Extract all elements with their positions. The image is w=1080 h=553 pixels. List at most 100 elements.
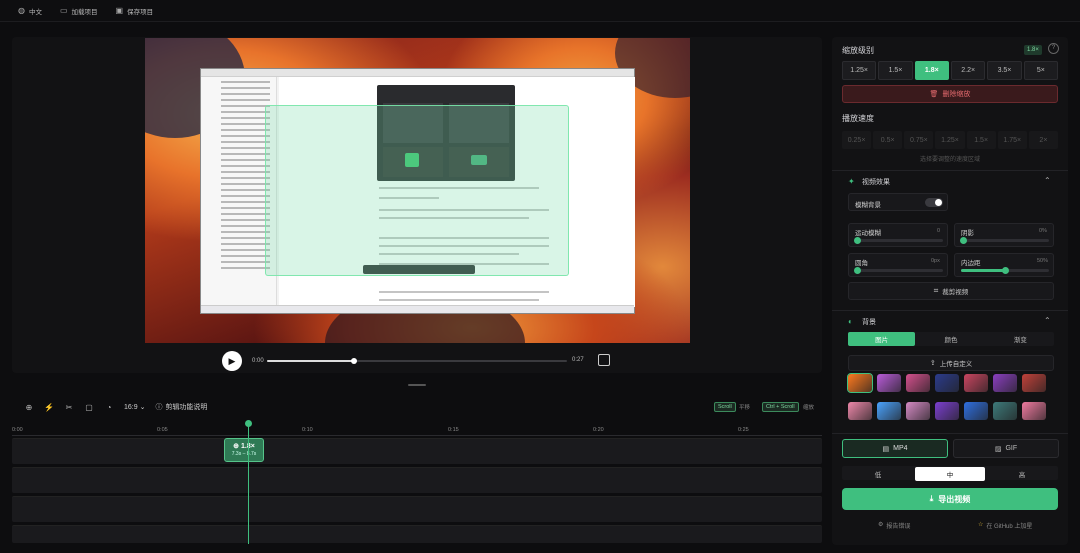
player-controls: ▶ 0:00 0:27 [222, 350, 612, 372]
speed-option[interactable]: 1.75× [997, 131, 1027, 149]
progress-handle[interactable] [351, 358, 357, 364]
speed-option[interactable]: 0.25× [842, 131, 872, 149]
zoom-clip-icon: ⊕ [233, 443, 240, 450]
export-video-button[interactable]: ⤓ 导出视频 [842, 488, 1058, 510]
motion-blur-slider[interactable] [853, 237, 943, 244]
scroll-key-badge: Scroll [714, 402, 736, 412]
speed-options: 0.25× 0.5× 0.75× 1.25× 1.5× 1.75× 2× [842, 131, 1058, 149]
film-icon: ▤ [882, 445, 890, 453]
format-gif-button[interactable]: ▨ GIF [953, 439, 1059, 458]
zoom-option-selected[interactable]: 1.8× [914, 61, 949, 80]
format-mp4-button[interactable]: ▤ MP4 [842, 439, 948, 458]
gif-label: GIF [1005, 445, 1018, 452]
wallpaper-swatch[interactable] [935, 401, 959, 420]
shadow-value: 0% [1039, 228, 1047, 234]
zoom-focus-area[interactable] [265, 105, 569, 276]
zoom-option[interactable]: 1.5× [878, 61, 913, 80]
upload-custom-button[interactable]: ⇪ 上传自定义 [848, 355, 1054, 371]
trim-track[interactable] [12, 496, 822, 522]
speed-option[interactable]: 1.25× [935, 131, 965, 149]
magic-wand-icon[interactable]: ⚡ [44, 403, 54, 412]
wallpaper-swatch-selected[interactable] [847, 373, 873, 393]
zoom-level-title: 缩放级别 [842, 46, 874, 55]
wallpaper-swatch[interactable] [1022, 374, 1046, 392]
bg-tab-color[interactable]: 颜色 [917, 332, 984, 346]
resize-handle[interactable] [408, 384, 426, 386]
wallpaper-swatch[interactable] [877, 401, 901, 420]
language-button[interactable]: ◍ 中文 [18, 6, 42, 16]
zoom-level-badge: 1.8× [1024, 45, 1042, 55]
zoom-in-icon[interactable]: ⊕ [24, 403, 34, 412]
speed-option[interactable]: 0.75× [904, 131, 934, 149]
wallpaper-swatch[interactable] [848, 401, 872, 420]
wallpaper-swatch[interactable] [1022, 401, 1046, 420]
play-button[interactable]: ▶ [222, 351, 242, 371]
bg-tab-gradient[interactable]: 渐变 [987, 332, 1054, 346]
video-effects-title: 视频效果 [862, 179, 890, 186]
delete-zoom-button[interactable]: 🗑 删除缩放 [842, 85, 1058, 103]
corner-radius-control: 圆角 0px [848, 253, 948, 277]
wallpaper-swatch[interactable] [993, 401, 1017, 420]
zoom-option[interactable]: 2.2× [950, 61, 986, 80]
ruler-tick: 0:25 [738, 427, 749, 433]
github-label: 在 GitHub 上加星 [986, 524, 1033, 530]
help-icon[interactable]: ? [1048, 43, 1059, 54]
quality-medium[interactable]: 中 [915, 467, 985, 481]
chevron-up-icon[interactable]: ⌃ [1044, 316, 1051, 325]
help-button[interactable]: ⓘ 剪辑功能说明 [155, 402, 207, 412]
current-time: 0:00 [252, 358, 264, 364]
corner-value: 0px [931, 258, 940, 264]
motion-blur-value: 0 [937, 228, 941, 234]
speed-option[interactable]: 1.5× [966, 131, 996, 149]
zoom-option[interactable]: 1.25× [842, 61, 877, 80]
speed-option[interactable]: 0.5× [873, 131, 903, 149]
playback-progress[interactable] [267, 358, 567, 364]
quality-low[interactable]: 低 [843, 467, 913, 481]
zoom-track[interactable] [12, 438, 822, 464]
zoom-option[interactable]: 5× [1023, 61, 1058, 80]
wallpaper-swatch[interactable] [877, 374, 901, 392]
annotation-track[interactable] [12, 525, 822, 543]
folder-icon: ▭ [59, 6, 68, 15]
report-issue-link[interactable]: ⚙ 报告错误 [878, 521, 910, 530]
blur-bg-toggle[interactable] [925, 198, 943, 207]
playhead[interactable] [245, 420, 252, 544]
speed-option[interactable]: 2× [1028, 131, 1058, 149]
chevron-up-icon[interactable]: ⌃ [1044, 176, 1051, 185]
corner-slider[interactable] [853, 267, 943, 274]
wallpaper-swatch[interactable] [906, 401, 930, 420]
wallpaper-swatch[interactable] [935, 374, 959, 392]
fullscreen-icon[interactable] [598, 354, 610, 366]
github-star-link[interactable]: ☆ 在 GitHub 上加星 [978, 521, 1032, 530]
scissors-icon[interactable]: ✂ [64, 403, 74, 412]
bg-tab-image[interactable]: 图片 [848, 332, 916, 346]
wallpaper-swatch[interactable] [993, 374, 1017, 392]
wallpaper-swatch[interactable] [906, 374, 930, 392]
padding-label: 内边距 [961, 260, 981, 267]
blur-bg-label: 模糊背景 [855, 202, 881, 209]
shadow-label: 阴影 [961, 230, 974, 237]
speed-track[interactable] [12, 467, 822, 493]
speed-gauge-icon[interactable]: ◔ [104, 403, 114, 412]
quality-high[interactable]: 高 [987, 467, 1057, 481]
crop-video-button[interactable]: ⌗ 裁剪视频 [848, 282, 1054, 300]
zoom-clip[interactable]: ⊕ 1.8× 7.3s – 8.7s [224, 438, 264, 462]
aspect-ratio-select[interactable]: 16:9 ⌄ [124, 403, 145, 411]
star-icon: ☆ [978, 522, 984, 528]
scroll-action-label: 平移 [739, 405, 751, 411]
timeline-ruler[interactable]: 0:00 0:05 0:10 0:15 0:20 0:25 [12, 424, 822, 436]
annotation-icon[interactable]: ▢ [84, 403, 94, 412]
save-project-button[interactable]: ▣ 保存项目 [116, 6, 154, 16]
save-icon: ▣ [115, 6, 124, 15]
load-project-button[interactable]: ▭ 加载项目 [60, 6, 98, 16]
ruler-tick: 0:05 [157, 427, 168, 433]
wallpaper-swatch[interactable] [964, 374, 988, 392]
playhead-handle[interactable] [245, 420, 252, 427]
shadow-slider[interactable] [959, 237, 1049, 244]
padding-slider[interactable] [961, 267, 1049, 274]
blur-background-toggle-card[interactable]: 模糊背景 [848, 193, 948, 211]
wallpaper-swatch[interactable] [964, 401, 988, 420]
aspect-ratio-value: 16:9 [124, 404, 138, 411]
zoom-option[interactable]: 3.5× [987, 61, 1022, 80]
quality-options: 低 中 高 [842, 466, 1058, 481]
